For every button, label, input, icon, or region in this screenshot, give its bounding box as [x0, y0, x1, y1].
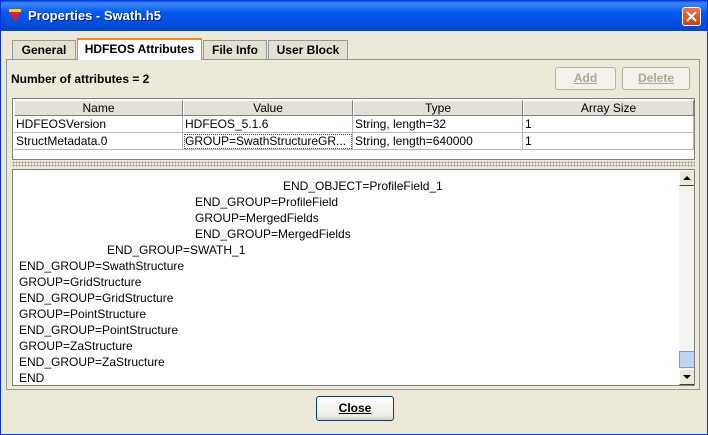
delete-button-label: Delete: [637, 71, 675, 85]
delete-button[interactable]: Delete: [622, 67, 690, 90]
arrow-up-icon: [683, 176, 691, 180]
arrow-down-icon: [683, 375, 691, 379]
column-header-array-size[interactable]: Array Size: [523, 100, 694, 116]
text-line: END_GROUP=ProfileField: [195, 195, 339, 209]
text-line: END_GROUP=SWATH_1: [107, 243, 246, 257]
window-close-button[interactable]: [682, 7, 701, 26]
add-button[interactable]: Add: [555, 67, 616, 90]
title-bar[interactable]: Properties - Swath.h5: [1, 1, 707, 31]
table-cell[interactable]: StructMetadata.0: [14, 133, 183, 150]
text-line: END_GROUP=GridStructure: [19, 291, 174, 305]
table-cell[interactable]: HDFEOS_5.1.6: [183, 116, 353, 133]
text-line: END_OBJECT=ProfileField_1: [283, 179, 443, 193]
tab-general[interactable]: General: [12, 40, 76, 59]
scroll-down-button[interactable]: [679, 369, 694, 385]
column-header-type[interactable]: Type: [353, 100, 523, 116]
table-cell-selected[interactable]: GROUP=SwathStructureGR...: [183, 133, 353, 150]
text-line: END_GROUP=PointStructure: [19, 323, 179, 337]
add-button-label: Add: [573, 71, 598, 85]
table-cell[interactable]: HDFEOSVersion: [14, 116, 183, 133]
tab-user-block[interactable]: User Block: [268, 40, 348, 59]
table-cell[interactable]: 1: [523, 116, 694, 133]
scroll-up-button[interactable]: [679, 170, 694, 186]
table-cell[interactable]: String, length=32: [353, 116, 523, 133]
text-line: END_GROUP=SwathStructure: [19, 259, 185, 273]
text-line: END: [19, 371, 45, 385]
close-button-label: Close: [338, 401, 372, 415]
window-title: Properties - Swath.h5: [28, 8, 161, 23]
attribute-count: Number of attributes = 2: [11, 72, 150, 86]
table-cell[interactable]: 1: [523, 133, 694, 150]
split-pane-divider[interactable]: [12, 161, 695, 167]
text-line: GROUP=MergedFields: [195, 211, 319, 225]
tab-file-info[interactable]: File Info: [203, 40, 267, 59]
vertical-scrollbar[interactable]: [679, 170, 694, 385]
column-header-name[interactable]: Name: [14, 100, 183, 116]
close-button[interactable]: Close: [316, 396, 394, 421]
text-line: GROUP=PointStructure: [19, 307, 147, 321]
text-line: END_GROUP=MergedFields: [195, 227, 351, 241]
attributes-table: Name Value Type Array Size HDFEOSVersion…: [12, 98, 695, 160]
scroll-thumb[interactable]: [679, 351, 694, 368]
metadata-text-area[interactable]: END_OBJECT=ProfileField_1 END_GROUP=Prof…: [12, 169, 695, 386]
text-line: GROUP=ZaStructure: [19, 339, 133, 353]
properties-window: Properties - Swath.h5 General HDFEOS Att…: [0, 0, 708, 435]
close-icon: [686, 11, 697, 22]
column-header-value[interactable]: Value: [183, 100, 353, 116]
table-cell[interactable]: String, length=640000: [353, 133, 523, 150]
text-line: GROUP=GridStructure: [19, 275, 142, 289]
app-icon: [8, 9, 22, 22]
text-line: END_GROUP=ZaStructure: [19, 355, 165, 369]
tab-hdfeos-attributes[interactable]: HDFEOS Attributes: [77, 38, 202, 60]
